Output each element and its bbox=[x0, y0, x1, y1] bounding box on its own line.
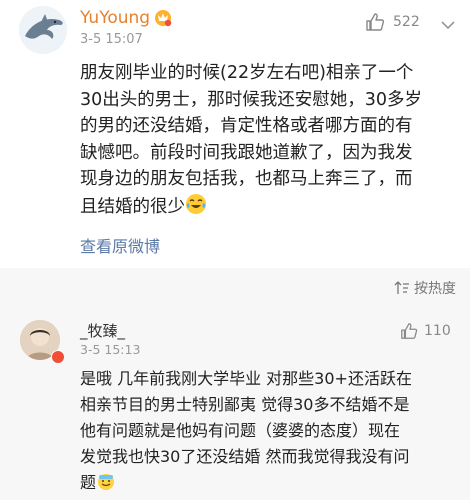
reply-line: 他有问题就是他妈有问题（婆婆的态度）现在 bbox=[80, 421, 401, 440]
like-count: 522 bbox=[393, 14, 420, 30]
reply-line: 发觉我也快30了还没结婚 然而我觉得我没有问 bbox=[80, 447, 410, 466]
reply-text: 是哦 几年前我刚大学毕业 对那些30+还活跃在 相亲节目的男士特别鄙夷 觉得30… bbox=[80, 366, 460, 496]
comment-line: 缺憾吧。前段时间我跟她道歉了，因为我发 bbox=[80, 142, 413, 163]
thumbs-up-icon bbox=[366, 13, 385, 31]
comment-line: 30出头的男士，那时候我还安慰她，30多岁 bbox=[80, 89, 423, 110]
chevron-down-icon bbox=[441, 21, 455, 30]
reply-username[interactable]: _牧臻_ bbox=[80, 320, 125, 341]
username[interactable]: YuYoung bbox=[80, 8, 172, 28]
view-original-link[interactable]: 查看原微博 bbox=[80, 233, 160, 257]
embarrassed-emoji-icon bbox=[98, 474, 115, 490]
verified-badge-icon bbox=[51, 350, 65, 364]
like-button[interactable]: 522 bbox=[365, 12, 420, 32]
main-comment: YuYoung 3-5 15:07 522 朋友刚毕业的时候(22岁左右吧)相亲… bbox=[0, 0, 470, 268]
sort-by-hot-button[interactable]: 按热度 bbox=[394, 278, 456, 298]
crying-laughing-emoji-icon bbox=[186, 193, 206, 214]
avatar[interactable] bbox=[19, 6, 67, 54]
username-text[interactable]: YuYoung bbox=[80, 8, 150, 28]
comment-text: 朋友刚毕业的时候(22岁左右吧)相亲了一个 30出头的男士，那时候我还安慰她，3… bbox=[80, 60, 450, 220]
reply-line: 题 bbox=[80, 473, 97, 492]
timestamp: 3-5 15:07 bbox=[80, 32, 143, 47]
thumbs-up-icon bbox=[401, 323, 418, 339]
sort-icon bbox=[394, 281, 409, 294]
vip-badge-icon bbox=[155, 10, 172, 27]
reply-timestamp: 3-5 15:13 bbox=[80, 342, 141, 357]
reply-line-last: 题 bbox=[80, 470, 460, 496]
dolphin-icon bbox=[19, 6, 67, 54]
reply-like-count: 110 bbox=[424, 323, 451, 339]
sort-label: 按热度 bbox=[414, 281, 456, 297]
replies-section: 按热度 _牧臻_ 3-5 15:13 110 是哦 几年前我刚大学毕业 对那些3… bbox=[0, 268, 470, 500]
comment-line: 且结婚的很少 bbox=[80, 196, 185, 217]
reply-line: 是哦 几年前我刚大学毕业 对那些30+还活跃在 bbox=[80, 369, 412, 388]
comment-line: 现身边的朋友包括我，也都马上奔三了，而 bbox=[80, 169, 413, 189]
comment-line-last: 且结婚的很少 bbox=[80, 193, 450, 221]
more-options-button[interactable] bbox=[440, 16, 456, 35]
reply-line: 相亲节目的男士特别鄙夷 觉得30多不结婚不是 bbox=[80, 395, 410, 414]
comment-line: 的男的还没结婚，肯定性格或者哪方面的有 bbox=[80, 116, 413, 136]
comment-line: 朋友刚毕业的时候(22岁左右吧)相亲了一个 bbox=[80, 63, 414, 83]
reply-like-button[interactable]: 110 bbox=[400, 322, 451, 340]
